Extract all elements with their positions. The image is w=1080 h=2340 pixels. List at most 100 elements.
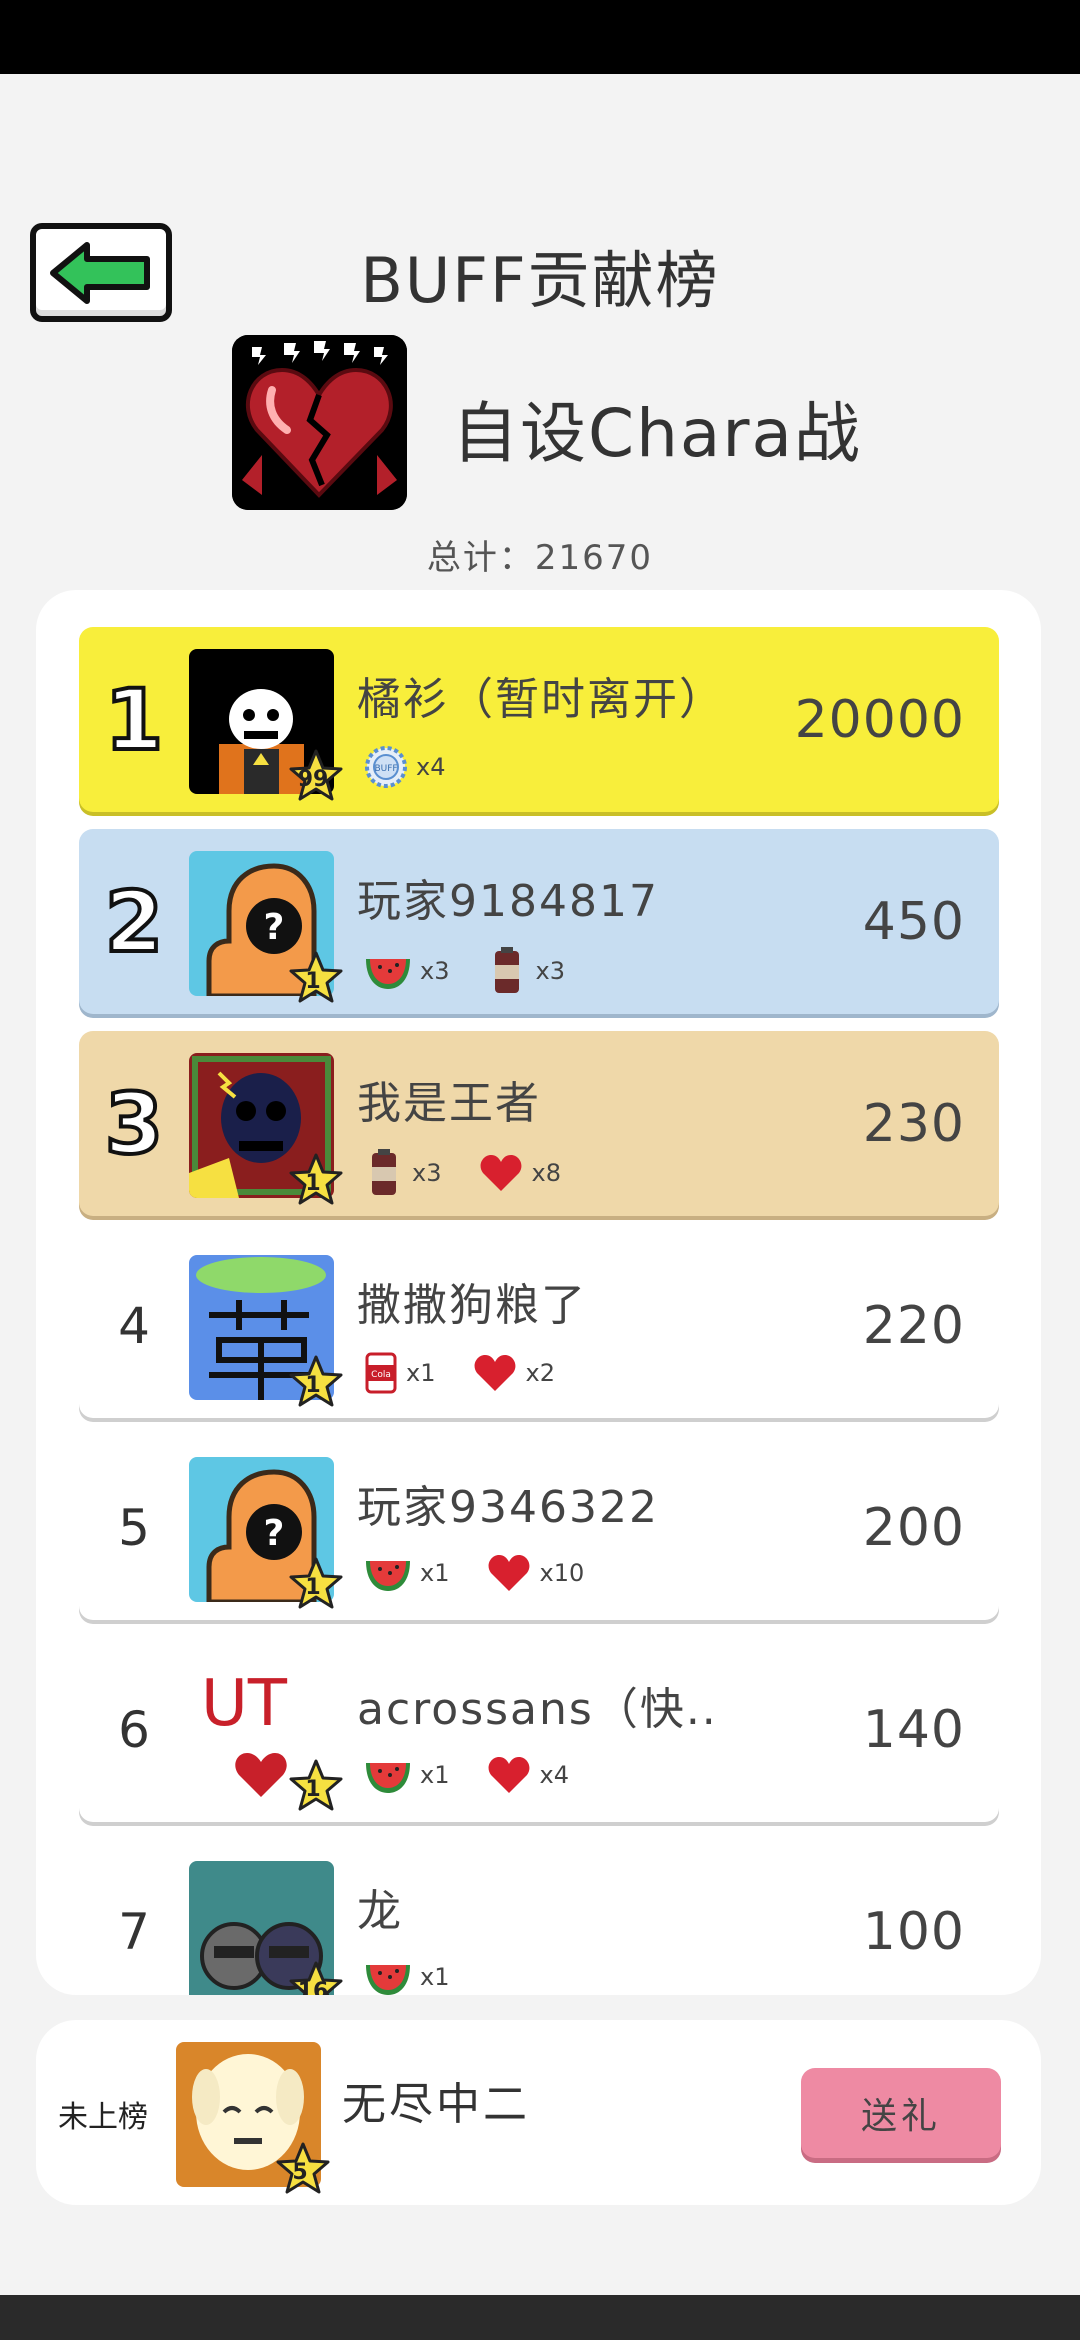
cola-bottle-icon	[372, 1149, 396, 1195]
gift-item: x1	[364, 1553, 449, 1593]
leaderboard-row-6[interactable]: 6 UT 1 acrossans（快.. x1 x4 140	[79, 1637, 999, 1822]
heart-icon	[481, 1155, 522, 1191]
leaderboard-row-4[interactable]: 4 1 撒撒狗粮了 Cola x1 x2 220	[79, 1233, 999, 1418]
leaderboard-list[interactable]: 1 99 橘衫（暂时离开） BUFF x4 20000 2 ? 1 玩家9184…	[79, 627, 999, 1995]
my-name: 无尽中二	[342, 2079, 530, 2130]
gift-count: x1	[406, 1359, 436, 1387]
avatar[interactable]: 1	[189, 1255, 343, 1407]
total-value: 21670	[534, 538, 654, 578]
level-number: 1	[305, 1373, 321, 1398]
score: 140	[862, 1699, 965, 1760]
page-title: BUFF贡献榜	[360, 244, 720, 317]
my-rank-bar: 未上榜 5 无尽中二 送礼	[36, 2020, 1041, 2205]
watermelon-icon	[366, 1965, 410, 1995]
level-number: 1	[305, 1171, 321, 1196]
avatar[interactable]: 99	[189, 649, 343, 801]
gift-count: x4	[416, 753, 446, 781]
level-number: 16	[297, 1979, 329, 1995]
broken-heart-icon	[232, 335, 407, 510]
gift-item: x2	[473, 1353, 555, 1393]
level-number: 99	[297, 767, 329, 792]
avatar[interactable]: ? 1	[189, 1457, 343, 1609]
status-bar	[0, 0, 1080, 74]
unranked-label: 未上榜	[58, 2100, 148, 2135]
gift-list: x1	[364, 1957, 449, 1995]
gift-count: x1	[420, 1963, 450, 1991]
leaderboard-row-3[interactable]: 3 1 我是王者 x3 x8 230	[79, 1031, 999, 1216]
gift-item: x8	[479, 1153, 561, 1193]
player-name: 撒撒狗粮了	[357, 1280, 587, 1331]
leaderboard-row-2[interactable]: 2 ? 1 玩家9184817 x3 x3 450	[79, 829, 999, 1014]
watermelon-icon	[366, 1561, 410, 1591]
leaderboard-row-5[interactable]: 5 ? 1 玩家9346322 x1 x10 200	[79, 1435, 999, 1620]
gift-count: x1	[420, 1761, 450, 1789]
system-nav-bar	[0, 2295, 1080, 2340]
gift-item: x3	[364, 1149, 441, 1197]
player-name: 我是王者	[357, 1078, 541, 1129]
gift-list: x3 x8	[364, 1149, 561, 1197]
cola-can-label: Cola	[371, 1370, 391, 1380]
avatar[interactable]: 1	[189, 1053, 343, 1205]
ut-avatar-text: UT	[201, 1667, 288, 1741]
gift-list: x3 x3	[364, 947, 565, 995]
leaderboard-row-7[interactable]: 7 16 龙 x1 100	[79, 1839, 999, 1995]
watermelon-icon	[366, 1763, 410, 1793]
level-number: 5	[292, 2160, 308, 2185]
avatar[interactable]: 16	[189, 1861, 343, 1995]
gift-count: x8	[531, 1159, 561, 1187]
rank-number: 2	[103, 871, 165, 973]
gift-count: x1	[420, 1559, 450, 1587]
heart-icon	[489, 1757, 530, 1793]
gift-item: x4	[487, 1755, 569, 1795]
rank-number: 6	[118, 1700, 150, 1759]
score: 100	[862, 1901, 965, 1962]
leaderboard-row-1[interactable]: 1 99 橘衫（暂时离开） BUFF x4 20000	[79, 627, 999, 812]
cola-can-icon: Cola	[365, 1352, 397, 1394]
avatar[interactable]: UT 1	[189, 1659, 343, 1811]
score: 200	[862, 1497, 965, 1558]
gift-count: x4	[539, 1761, 569, 1789]
level-number: 1	[305, 969, 321, 994]
player-name: 橘衫（暂时离开）	[357, 674, 725, 725]
gift-item: BUFF x4	[364, 745, 445, 789]
score: 220	[862, 1295, 965, 1356]
cola-bottle-icon	[495, 947, 520, 993]
gift-list: BUFF x4	[364, 745, 445, 789]
level-number: 1	[305, 1575, 321, 1600]
score: 20000	[794, 689, 965, 750]
rank-number: 1	[103, 669, 165, 771]
score: 230	[862, 1093, 965, 1154]
leaderboard-panel[interactable]: 1 99 橘衫（暂时离开） BUFF x4 20000 2 ? 1 玩家9184…	[36, 590, 1041, 1995]
gift-list: x1 x4	[364, 1755, 569, 1795]
gift-count: x3	[535, 957, 565, 985]
rank-number: 3	[103, 1073, 165, 1175]
total-contribution: 总计：21670	[0, 530, 1080, 579]
my-avatar[interactable]: 5	[176, 2042, 330, 2194]
player-name: 玩家9346322	[357, 1482, 659, 1533]
gift-count: x10	[539, 1559, 585, 1587]
gift-count: x3	[420, 957, 450, 985]
gift-item: x1	[364, 1755, 449, 1795]
gift-item: x3	[364, 951, 449, 991]
rank-number: 7	[118, 1902, 150, 1961]
watermelon-icon	[366, 959, 410, 989]
player-name: 玩家9184817	[357, 876, 659, 927]
send-gift-button[interactable]: 送礼	[801, 2068, 1001, 2158]
rank-number: 5	[118, 1498, 150, 1557]
gift-count: x2	[525, 1359, 555, 1387]
heart-icon	[489, 1555, 530, 1591]
gift-list: x1 x10	[364, 1553, 584, 1593]
avatar[interactable]: ? 1	[189, 851, 343, 1003]
gift-list: Cola x1 x2	[364, 1351, 555, 1395]
boss-name: 自设Chara战	[452, 395, 862, 472]
question-mark-icon: ?	[264, 1513, 285, 1554]
rank-number: 4	[118, 1296, 150, 1355]
question-mark-icon: ?	[264, 907, 285, 948]
badge-label: BUFF	[374, 764, 397, 774]
gift-item: Cola x1	[364, 1351, 435, 1395]
player-name: acrossans（快..	[357, 1684, 718, 1735]
level-number: 1	[305, 1777, 321, 1802]
boss-avatar	[232, 335, 407, 510]
gift-item: x1	[364, 1957, 449, 1995]
total-label: 总计：	[426, 538, 535, 578]
